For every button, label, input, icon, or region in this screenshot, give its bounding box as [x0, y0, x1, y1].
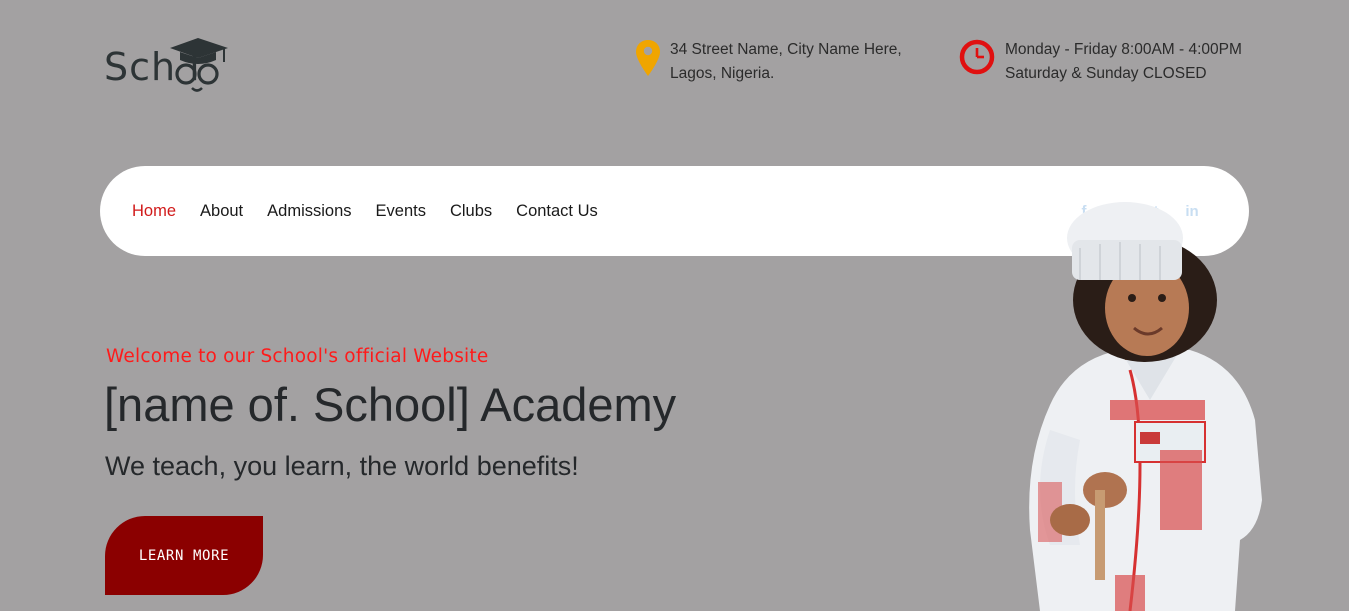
school-logo[interactable]: Sch l	[104, 38, 234, 94]
nav-about[interactable]: About	[200, 202, 243, 221]
hours-weekend: Saturday & Sunday CLOSED	[1005, 65, 1207, 82]
map-pin-icon	[636, 40, 660, 76]
clock-icon	[959, 39, 995, 75]
hero-title: [name of. School] Academy	[104, 378, 677, 431]
learn-more-button[interactable]: LEARN MORE	[105, 516, 263, 595]
address-line-2: Lagos, Nigeria.	[670, 65, 775, 82]
nav-home[interactable]: Home	[132, 202, 176, 221]
nav-links: Home About Admissions Events Clubs Conta…	[132, 166, 622, 256]
welcome-text: Welcome to our School's official Website	[106, 346, 489, 367]
nav-events[interactable]: Events	[376, 202, 426, 221]
graduation-cap-icon	[170, 38, 228, 92]
nav-contact-us[interactable]: Contact Us	[516, 202, 598, 221]
hero-tagline: We teach, you learn, the world benefits!	[105, 451, 579, 481]
address-block: 34 Street Name, City Name Here, Lagos, N…	[634, 38, 902, 86]
hours-weekday: Monday - Friday 8:00AM - 4:00PM	[1005, 41, 1242, 58]
address-line-1: 34 Street Name, City Name Here,	[670, 41, 902, 58]
nav-clubs[interactable]: Clubs	[450, 202, 492, 221]
child-chef-image	[1029, 202, 1262, 611]
opening-hours-block: Monday - Friday 8:00AM - 4:00PM Saturday…	[959, 38, 1242, 86]
nav-admissions[interactable]: Admissions	[267, 202, 351, 221]
